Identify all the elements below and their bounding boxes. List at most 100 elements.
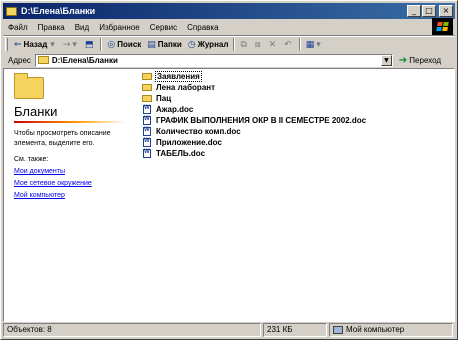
menu-favorites[interactable]: Избранное [94,23,145,32]
folder-icon [37,56,49,64]
close-button[interactable]: × [439,5,453,17]
file-name: ТАБЕЛЬ.doc [156,149,206,158]
list-item[interactable]: Пац [142,93,367,104]
list-item[interactable]: ТАБЕЛЬ.doc [142,148,367,159]
file-name: Ажар.doc [156,105,194,114]
file-name: Лена лаборант [156,83,216,92]
toolbar-separator [233,38,236,51]
window-controls: _ □ × [407,5,453,17]
search-button[interactable]: ◎ Поиск [104,37,144,52]
folders-button[interactable]: ▤ Папки [144,37,184,52]
file-name: Заявления [155,71,202,82]
address-input[interactable]: D:\Елена\Бланки ▼ [34,53,393,67]
menu-help[interactable]: Справка [182,23,223,32]
menu-bar: Файл Правка Вид Избранное Сервис Справка [3,20,455,35]
forward-arrow-icon: → [62,39,71,50]
status-location-label: Мой компьютер [346,325,405,334]
history-icon: ◷ [187,39,196,50]
address-dropdown-button[interactable]: ▼ [380,54,392,66]
see-also-label: См. также: [14,156,49,163]
toolbar: ⇐ Назад ▾ → ▾ ⬒ ◎ Поиск ▤ Папки ◷ Журнал… [3,37,455,52]
web-view-pane: Бланки Чтобы просмотреть описание элемен… [4,69,132,321]
file-list: Заявления Лена лаборант Пац Ажар.doc ГРА… [142,71,367,159]
list-item[interactable]: Лена лаборант [142,82,367,93]
back-arrow-icon: ⇐ [14,39,22,50]
list-item[interactable]: ГРАФИК ВЫПОЛНЕНИЯ ОКР В II СЕМЕСТРЕ 2002… [142,115,367,126]
go-label: Переход [409,55,442,65]
maximize-button[interactable]: □ [422,5,436,17]
link-network-places[interactable]: Мое сетевое окружение [14,180,92,187]
folder-icon [142,73,152,80]
delete-button[interactable]: ✕ [266,37,282,52]
status-size: 231 КБ [263,323,327,337]
title-bar[interactable]: D:\Елена\Бланки _ □ × [3,3,455,19]
window-title: D:\Елена\Бланки [21,6,96,16]
dropdown-arrow-icon: ▾ [72,39,77,50]
large-folder-icon [14,73,44,99]
list-item[interactable]: Приложение.doc [142,137,367,148]
search-label: Поиск [117,40,142,49]
go-arrow-icon: ➔ [398,54,408,66]
folder-icon [6,6,17,16]
word-document-icon [143,138,151,147]
folders-label: Папки [157,40,182,49]
description-text: Чтобы просмотреть описание элемента, выд… [14,130,111,147]
address-label: Адрес [8,55,31,65]
word-document-icon [143,116,151,125]
up-folder-button[interactable]: ⬒ [82,37,99,52]
history-label: Журнал [197,40,229,49]
word-document-icon [143,105,151,114]
move-to-button[interactable]: ⧉ [237,37,251,52]
content-area: Бланки Чтобы просмотреть описание элемен… [3,68,455,322]
undo-button[interactable]: ↶ [281,37,297,52]
back-label: Назад [23,40,48,49]
menu-edit[interactable]: Правка [33,23,70,32]
up-folder-icon: ⬒ [84,39,94,50]
link-my-computer[interactable]: Мой компьютер [14,192,65,199]
address-value: D:\Елена\Бланки [51,55,118,65]
folders-icon: ▤ [147,39,156,50]
word-document-icon [143,149,151,158]
toolbar-separator [100,38,103,51]
menu-tools[interactable]: Сервис [145,23,182,32]
move-to-icon: ⧉ [240,39,247,50]
list-item[interactable]: Количество комп.doc [142,126,367,137]
dropdown-arrow-icon: ▾ [316,39,321,50]
file-name: ГРАФИК ВЫПОЛНЕНИЯ ОКР В II СЕМЕСТРЕ 2002… [156,116,367,125]
status-location: Мой компьютер [329,323,453,337]
computer-icon [333,326,343,334]
go-button[interactable]: ➔ Переход [399,55,441,66]
link-my-documents[interactable]: Мои документы [14,168,65,175]
file-name: Приложение.doc [156,138,222,147]
list-item[interactable]: Заявления [142,71,367,82]
copy-to-button[interactable]: ⧇ [252,37,266,52]
copy-to-icon: ⧇ [254,39,261,50]
folder-icon [142,95,152,102]
toolbar-separator [298,38,301,51]
folder-icon [142,84,152,91]
list-item[interactable]: Ажар.doc [142,104,367,115]
title-underline [14,121,126,123]
undo-icon: ↶ [284,39,292,50]
explorer-window: D:\Елена\Бланки _ □ × Файл Правка Вид Из… [0,0,458,340]
word-document-icon [143,127,151,136]
status-objects: Объектов: 8 [3,323,261,337]
folder-title: Бланки [14,104,58,119]
minimize-button[interactable]: _ [407,5,421,17]
toolbar-grip[interactable] [5,38,8,51]
dropdown-arrow-icon: ▾ [50,39,55,50]
views-icon: ▦ [305,39,315,50]
address-bar: Адрес D:\Елена\Бланки ▼ ➔ Переход [3,52,455,68]
windows-logo-icon [432,18,453,35]
history-button[interactable]: ◷ Журнал [185,37,232,52]
views-button[interactable]: ▦ ▾ [303,37,326,52]
file-name: Количество комп.doc [156,127,241,136]
search-icon: ◎ [107,39,116,50]
forward-button[interactable]: → ▾ [60,37,82,52]
menu-file[interactable]: Файл [3,23,33,32]
menu-view[interactable]: Вид [70,23,94,32]
delete-icon: ✕ [268,39,277,50]
status-bar: Объектов: 8 231 КБ Мой компьютер [3,323,455,337]
back-button[interactable]: ⇐ Назад ▾ [11,37,60,52]
file-name: Пац [156,94,172,103]
